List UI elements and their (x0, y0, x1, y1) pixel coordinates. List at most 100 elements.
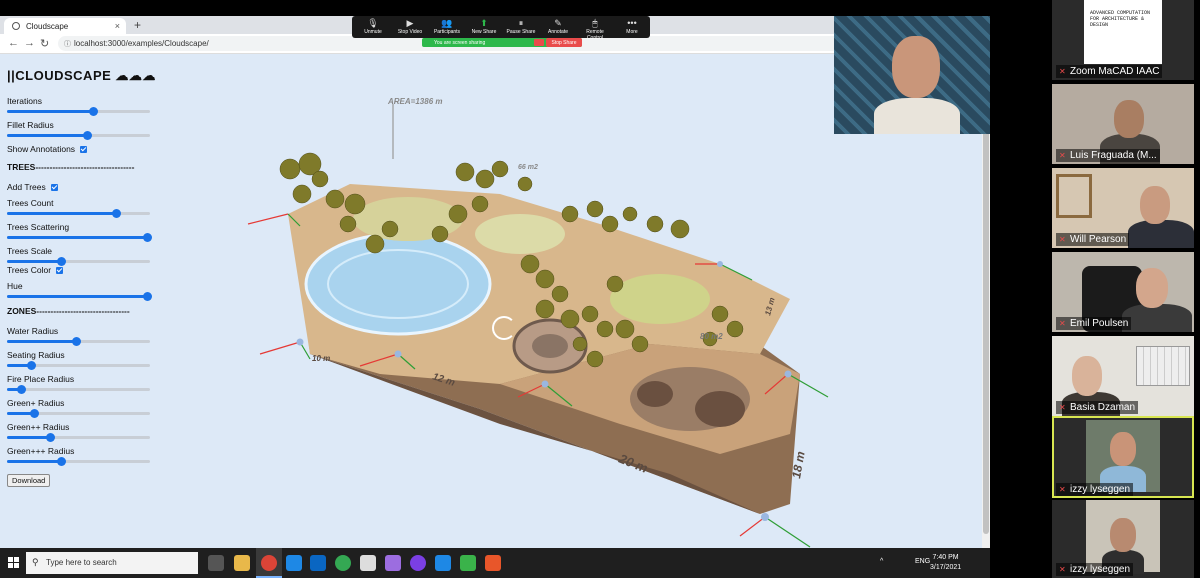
trees-count-label: Trees Count (7, 198, 54, 208)
trees-count-control: Trees Count (7, 198, 158, 218)
seating-radius-slider[interactable] (7, 361, 150, 370)
app-icon[interactable] (410, 555, 426, 571)
participant-tile-izzy-active[interactable]: izzy lyseggen ✕ (1052, 416, 1194, 498)
search-placeholder: Type here to search (46, 558, 117, 567)
app-icon[interactable] (385, 555, 401, 571)
annotation-label: 80 m2 (700, 332, 723, 341)
participant-name: izzy lyseggen ✕ (1056, 483, 1134, 496)
green-radius-slider[interactable] (7, 457, 150, 466)
trees-controls: Trees Count Trees Scattering Trees Scale (7, 198, 158, 266)
slider-handle[interactable] (17, 385, 27, 394)
toolbar-label: Participants (433, 29, 461, 35)
person (874, 98, 960, 134)
tray-chevron-icon[interactable]: ^ (880, 558, 883, 565)
iterations-slider[interactable] (7, 107, 150, 116)
slider-handle[interactable] (45, 433, 55, 442)
muted-mic-icon: ✕ (1059, 403, 1066, 412)
app-icon[interactable] (485, 555, 501, 571)
vscode-icon[interactable] (286, 555, 302, 571)
green-radius-slider[interactable] (7, 409, 150, 418)
new-tab-button[interactable]: + (134, 18, 141, 32)
green-radius-slider[interactable] (7, 433, 150, 442)
annotate-button[interactable]: ✎ Annotate (541, 18, 575, 35)
fillet-radius-label: Fillet Radius (7, 120, 54, 130)
slider-handle[interactable] (71, 337, 81, 346)
slider-handle[interactable] (143, 233, 153, 242)
fire-place-radius-slider[interactable] (7, 385, 150, 394)
participant-tile-will[interactable]: Will Pearson ✕ (1052, 168, 1194, 248)
file-explorer-icon[interactable] (234, 555, 250, 571)
close-tab-icon[interactable]: × (115, 21, 120, 31)
new-share-button[interactable]: ⬆ New Share (467, 18, 501, 35)
slider-handle[interactable] (83, 131, 93, 140)
task-view-icon[interactable] (208, 555, 224, 571)
stop-video-button[interactable]: ▶ Stop Video (393, 18, 427, 35)
forward-button[interactable]: → (24, 37, 35, 49)
green-radius-label: Green+ Radius (7, 398, 65, 408)
water-radius-slider[interactable] (7, 337, 150, 346)
taskbar-clock[interactable]: 7:40 PM 3/17/2021 (930, 553, 961, 573)
app-icon[interactable] (435, 555, 451, 571)
iterations-label: Iterations (7, 96, 42, 106)
taskbar-search-input[interactable]: ⚲ Type here to search (26, 552, 198, 574)
share-banner-text: You are screen sharing (434, 40, 486, 46)
show-annotations-row[interactable]: Show Annotations (7, 144, 158, 154)
app-icon[interactable] (360, 555, 376, 571)
participant-tile-emil[interactable]: Emil Poulsen ✕ (1052, 252, 1194, 332)
stop-share-button[interactable]: Stop Share (546, 38, 582, 47)
add-trees-checkbox[interactable] (50, 183, 58, 191)
app-icon[interactable] (310, 555, 326, 571)
remote-control-button[interactable]: 🖱 Remote Control (578, 18, 612, 41)
download-button[interactable]: Download (7, 474, 51, 487)
hue-label: Hue (7, 281, 23, 291)
participant-name: Basia Dzaman ✕ (1056, 401, 1139, 414)
hue-slider[interactable] (7, 292, 153, 301)
language-indicator[interactable]: ENG (915, 558, 930, 565)
person-face (1110, 518, 1136, 552)
add-trees-row[interactable]: Add Trees (7, 182, 158, 192)
fire-place-pit (637, 381, 673, 407)
participant-tile-basia[interactable]: Basia Dzaman ✕ (1052, 336, 1194, 416)
chrome-alt-icon[interactable] (335, 555, 351, 571)
reload-button[interactable]: ↻ (40, 37, 49, 50)
trees-count-slider[interactable] (7, 209, 150, 218)
trees-color-checkbox[interactable] (56, 266, 64, 274)
chrome-icon[interactable] (261, 555, 277, 571)
windows-start-icon[interactable] (8, 557, 20, 569)
person (1122, 304, 1192, 332)
fillet-radius-slider[interactable] (7, 131, 150, 140)
trees-color-row[interactable]: Trees Color (7, 265, 158, 275)
slider-handle[interactable] (30, 409, 40, 418)
tab-cloudscape[interactable]: Cloudscape × (4, 18, 126, 34)
pause-share-button[interactable]: ⏸ Pause Share (504, 18, 538, 35)
participant-tile-izzy[interactable]: izzy lyseggen ✕ (1052, 500, 1194, 578)
loading-spinner (492, 316, 516, 340)
unmute-button[interactable]: 🎙 Unmute (356, 18, 390, 35)
participant-name: Luis Fraguada (M... ✕ (1056, 149, 1160, 162)
toolbar-label: Annotate (547, 29, 569, 35)
participant-name: Emil Poulsen ✕ (1056, 317, 1132, 330)
participant-name: Zoom MaCAD IAAC ✕ (1056, 65, 1163, 78)
globe-icon (12, 22, 20, 30)
slider-handle[interactable] (88, 107, 98, 116)
wall-mirror (1056, 174, 1092, 218)
fire-place-radius-label: Fire Place Radius (7, 374, 75, 384)
slider-handle[interactable] (143, 292, 153, 301)
person (1128, 220, 1194, 248)
trees-scale-slider[interactable] (7, 257, 150, 266)
back-button[interactable]: ← (8, 37, 19, 49)
microphone-muted-icon: 🎙 (367, 18, 379, 28)
presenter-video-tile[interactable] (834, 16, 990, 134)
participant-tile-zoom-macad[interactable]: ADVANCED COMPUTATION FOR ARCHITECTURE & … (1052, 0, 1194, 80)
green-mound (610, 274, 710, 324)
participants-button[interactable]: 👥 Participants (430, 18, 464, 35)
show-annotations-checkbox[interactable] (80, 145, 88, 153)
trees-scattering-slider[interactable] (7, 233, 153, 242)
app-icon[interactable] (460, 555, 476, 571)
slider-handle[interactable] (111, 209, 121, 218)
slider-handle[interactable] (57, 457, 67, 466)
pause-share-mini-button[interactable] (534, 39, 544, 46)
more-button[interactable]: ••• More (615, 18, 649, 35)
slider-handle[interactable] (27, 361, 37, 370)
participant-tile-luis[interactable]: Luis Fraguada (M... ✕ (1052, 84, 1194, 164)
